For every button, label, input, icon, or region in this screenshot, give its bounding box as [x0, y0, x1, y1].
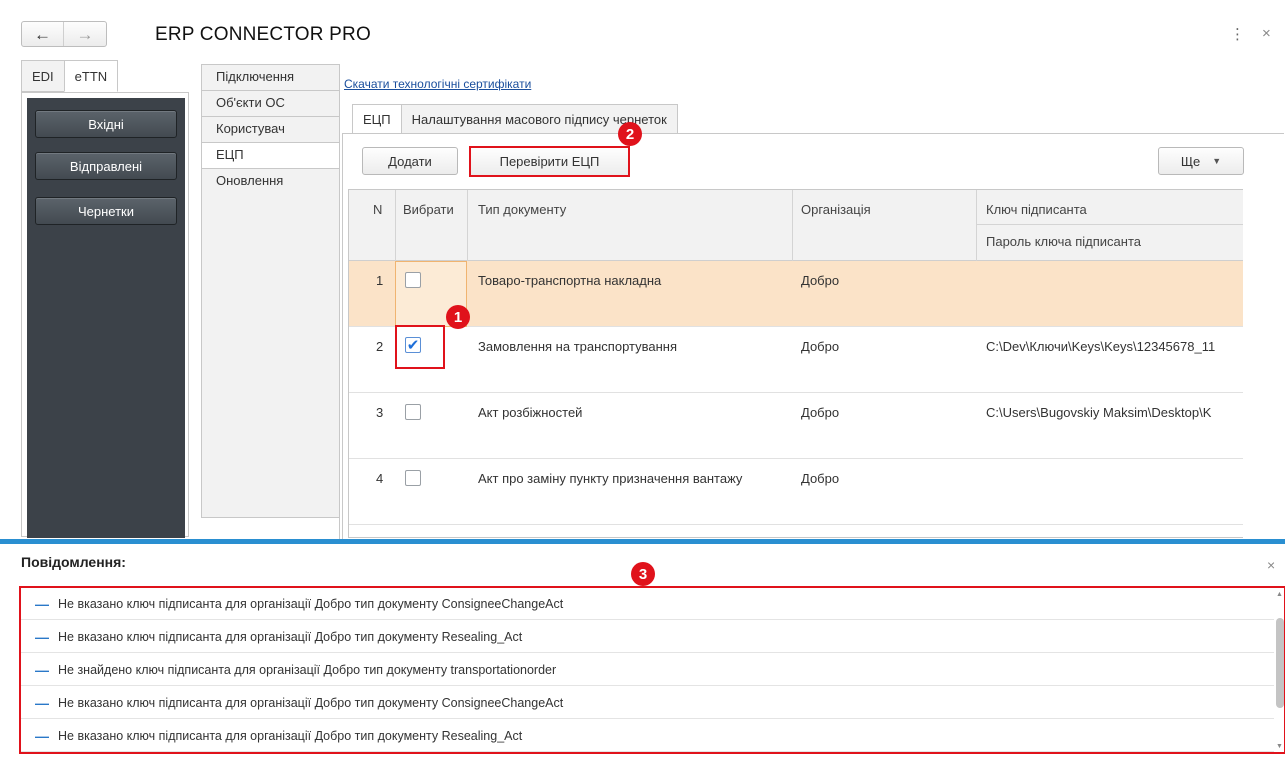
- message-text: Не вказано ключ підписанта для організац…: [58, 629, 523, 644]
- col-org-header: Організація: [801, 202, 871, 217]
- doc-type-cell: Акт про заміну пункту призначення вантаж…: [478, 471, 743, 486]
- messages-list: — Не вказано ключ підписанта для організ…: [19, 586, 1285, 754]
- top-tabs: EDI eTTN: [21, 60, 119, 92]
- tab-ettn[interactable]: eTTN: [63, 60, 119, 92]
- settings-tabs: Підключення Об'єкти ОС Користувач ЕЦП Он…: [201, 64, 340, 518]
- row-number: 3: [376, 405, 384, 420]
- header-divider: [976, 224, 1243, 225]
- column-divider: [976, 190, 977, 261]
- panel-divider[interactable]: [0, 539, 1285, 544]
- doc-type-cell: Акт розбіжностей: [478, 405, 583, 420]
- table-row[interactable]: 1 Товаро-транспортна накладна Добро: [349, 261, 1243, 327]
- messages-scrollbar[interactable]: ▲ ▼: [1274, 588, 1284, 752]
- message-item[interactable]: — Не вказано ключ підписанта для організ…: [21, 621, 1274, 653]
- left-panel: Вхідні Відправлені Чернетки: [21, 92, 189, 538]
- back-arrow-icon[interactable]: ←: [22, 22, 64, 46]
- column-divider: [395, 190, 396, 261]
- select-checkbox[interactable]: [405, 404, 421, 420]
- check-signature-button[interactable]: Перевірити ЕЦП: [469, 146, 630, 177]
- message-item[interactable]: — Не вказано ключ підписанта для організ…: [21, 687, 1274, 719]
- chevron-down-icon: ▼: [1212, 156, 1222, 166]
- tab-updates[interactable]: Оновлення: [201, 168, 340, 518]
- dash-icon: —: [35, 628, 49, 645]
- org-cell: Добро: [801, 405, 840, 420]
- tab-accounting-objects[interactable]: Об'єкти ОС: [201, 90, 340, 116]
- dash-icon: —: [35, 727, 49, 744]
- app-title: ERP CONNECTOR PRO: [155, 24, 371, 45]
- step-badge-1: 1: [446, 305, 470, 329]
- add-button[interactable]: Додати: [362, 147, 458, 175]
- messages-title: Повідомлення:: [21, 554, 126, 570]
- column-divider: [467, 190, 468, 261]
- doc-type-cell: Товаро-транспортна накладна: [478, 273, 662, 288]
- table-row[interactable]: 4 Акт про заміну пункту призначення вант…: [349, 459, 1243, 525]
- dash-icon: —: [35, 694, 49, 711]
- message-text: Не знайдено ключ підписанта для організа…: [58, 662, 557, 677]
- row-number: 2: [376, 339, 384, 354]
- scrollbar-thumb[interactable]: [1276, 618, 1284, 708]
- message-item[interactable]: — Не вказано ключ підписанта для організ…: [21, 720, 1274, 752]
- org-cell: Добро: [801, 339, 840, 354]
- signature-table: N Вибрати Тип документу Організація Ключ…: [348, 189, 1243, 538]
- select-checkbox[interactable]: [405, 272, 421, 288]
- step-badge-2: 2: [618, 122, 642, 146]
- more-button-label: Ще: [1180, 153, 1201, 169]
- select-checkbox[interactable]: [405, 470, 421, 486]
- history-nav: ← →: [21, 21, 107, 47]
- row-number: 4: [376, 471, 384, 486]
- col-select-header: Вибрати: [403, 202, 454, 217]
- dash-icon: —: [35, 595, 49, 612]
- scroll-up-icon[interactable]: ▲: [1276, 591, 1283, 598]
- tab-user[interactable]: Користувач: [201, 116, 340, 142]
- tab-edi[interactable]: EDI: [21, 60, 65, 92]
- nav-inbox-button[interactable]: Вхідні: [35, 110, 177, 138]
- row-number: 1: [376, 273, 384, 288]
- tab-signature-keys[interactable]: ЕЦП: [352, 104, 402, 134]
- more-menu-icon[interactable]: ⋮: [1230, 25, 1245, 43]
- more-button[interactable]: Ще ▼: [1158, 147, 1244, 175]
- scroll-down-icon[interactable]: ▼: [1276, 743, 1283, 750]
- tab-digital-signature[interactable]: ЕЦП: [201, 142, 340, 168]
- title-bar: ← → ERP CONNECTOR PRO ⋮ ×: [0, 0, 1285, 60]
- tab-connection[interactable]: Підключення: [201, 64, 340, 90]
- messages-close-icon[interactable]: ×: [1267, 557, 1275, 573]
- highlight-box: [395, 325, 445, 369]
- table-header: N Вибрати Тип документу Організація Ключ…: [349, 190, 1243, 261]
- forward-arrow-icon[interactable]: →: [64, 22, 106, 46]
- message-item[interactable]: — Не вказано ключ підписанта для організ…: [21, 588, 1274, 620]
- table-row[interactable]: 2 ✔ Замовлення на транспортування Добро …: [349, 327, 1243, 393]
- message-item[interactable]: — Не знайдено ключ підписанта для органі…: [21, 654, 1274, 686]
- message-text: Не вказано ключ підписанта для організац…: [58, 728, 523, 743]
- message-text: Не вказано ключ підписанта для організац…: [58, 596, 564, 611]
- col-n-header: N: [373, 202, 383, 217]
- left-nav: Вхідні Відправлені Чернетки: [27, 98, 185, 538]
- col-key-header: Ключ підписанта: [986, 202, 1087, 217]
- step-badge-3: 3: [631, 562, 655, 586]
- col-key-password-header: Пароль ключа підписанта: [986, 234, 1141, 249]
- nav-drafts-button[interactable]: Чернетки: [35, 197, 177, 225]
- column-divider: [792, 190, 793, 261]
- window-close-icon[interactable]: ×: [1262, 25, 1271, 42]
- nav-sent-button[interactable]: Відправлені: [35, 152, 177, 180]
- download-certificates-link[interactable]: Скачати технологічні сертифікати: [344, 77, 531, 91]
- dash-icon: —: [35, 661, 49, 678]
- key-cell: C:\Users\Bugovskiy Maksim\Desktop\K: [986, 405, 1212, 420]
- org-cell: Добро: [801, 273, 840, 288]
- table-row[interactable]: 3 Акт розбіжностей Добро C:\Users\Bugovs…: [349, 393, 1243, 459]
- col-doc-type-header: Тип документу: [478, 202, 567, 217]
- org-cell: Добро: [801, 471, 840, 486]
- message-text: Не вказано ключ підписанта для організац…: [58, 695, 564, 710]
- key-cell: C:\Dev\Ключи\Keys\Keys\12345678_11: [986, 339, 1216, 354]
- doc-type-cell: Замовлення на транспортування: [478, 339, 677, 354]
